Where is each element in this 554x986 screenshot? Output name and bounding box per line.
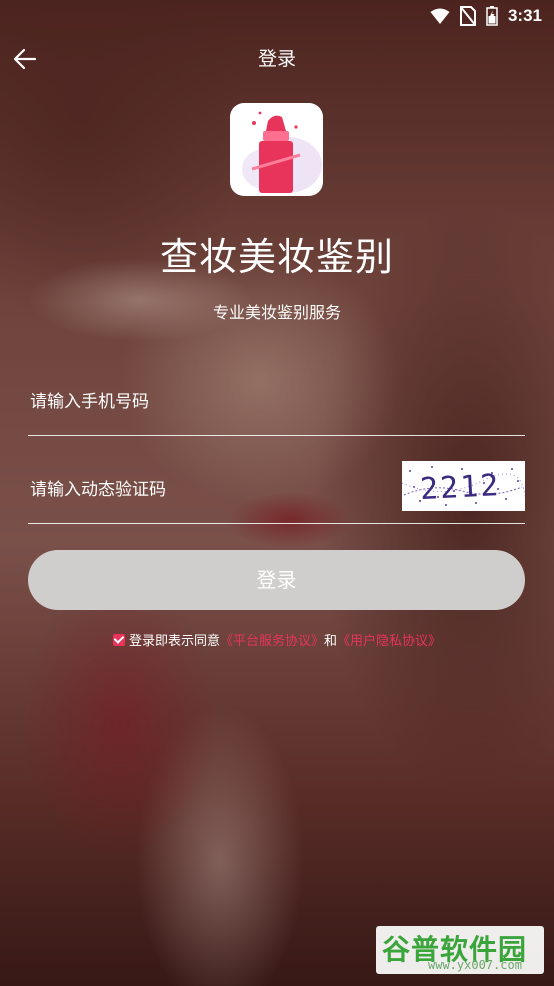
agreement-and: 和 xyxy=(324,634,338,649)
wifi-icon xyxy=(430,8,450,24)
captcha-image[interactable]: 2212 xyxy=(402,461,525,511)
app-tagline: 专业美妆鉴别服务 xyxy=(212,303,341,322)
agreement-row: 登录即表示同意《平台服务协议》和《用户隐私协议》 xyxy=(0,630,554,649)
service-agreement-link[interactable]: 《平台服务协议》 xyxy=(220,634,324,649)
watermark-logo: 谷普软件园 www.yx007.com xyxy=(376,926,544,974)
code-input[interactable]: 请输入动态验证码 xyxy=(30,475,166,500)
battery-icon xyxy=(486,6,498,26)
no-sim-icon xyxy=(459,6,476,26)
status-bar: 3:31 xyxy=(0,0,554,34)
status-icons: 3:31 xyxy=(430,6,542,26)
privacy-agreement-link[interactable]: 《用户隐私协议》 xyxy=(337,634,441,649)
lipstick-icon xyxy=(242,111,322,193)
status-time: 3:31 xyxy=(507,6,542,25)
phone-field[interactable]: 请输入手机号码 xyxy=(28,370,525,436)
agreement-checkbox[interactable] xyxy=(112,634,125,646)
captcha-text: 2212 xyxy=(419,468,501,507)
agreement-prefix: 登录即表示同意 xyxy=(128,634,220,649)
login-button[interactable]: 登录 xyxy=(28,550,525,610)
page-title: 登录 xyxy=(257,48,296,70)
watermark-url: www.yx007.com xyxy=(428,958,522,972)
app-name: 查妆美妆鉴别 xyxy=(159,235,394,279)
code-field[interactable]: 请输入动态验证码 2212 xyxy=(28,458,525,524)
phone-input[interactable]: 请输入手机号码 xyxy=(30,387,149,412)
app-logo xyxy=(230,103,323,196)
